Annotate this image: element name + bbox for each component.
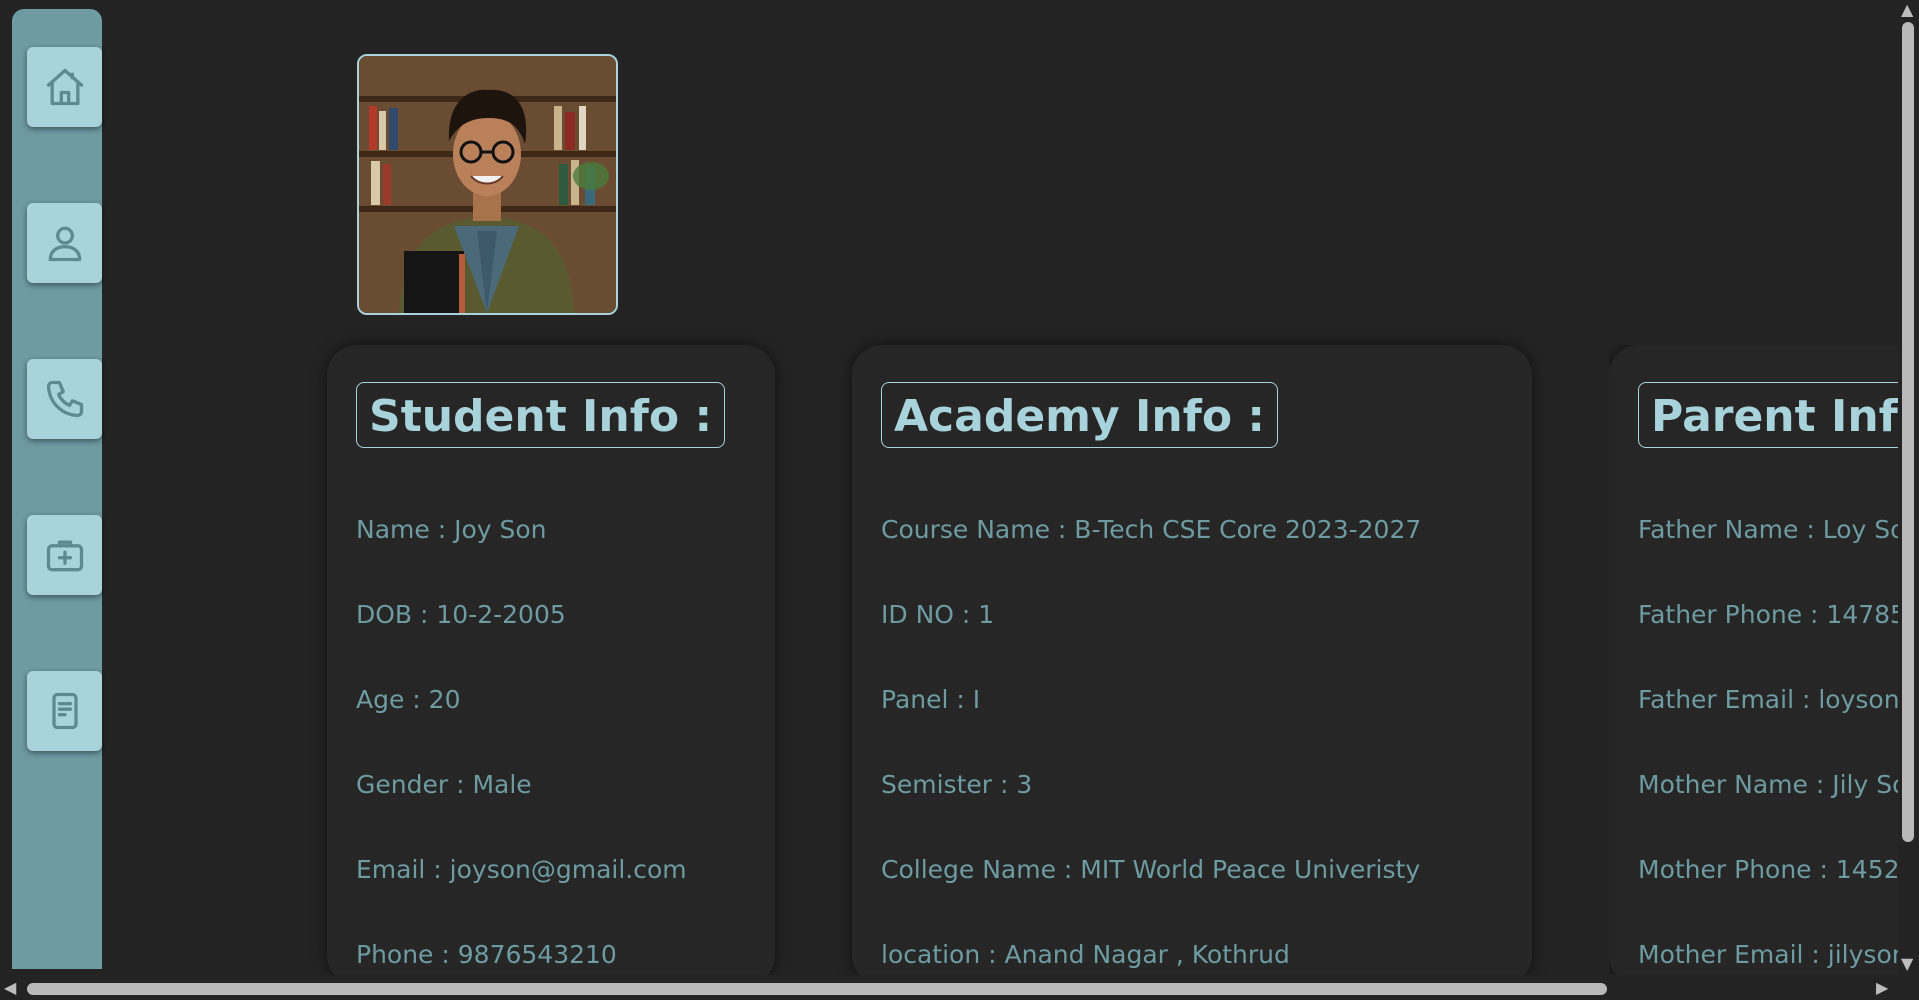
nav-document-button[interactable] <box>27 671 102 751</box>
academy-info-title: Academy Info : <box>881 382 1278 448</box>
horizontal-scroll-thumb[interactable] <box>27 983 1607 995</box>
father-name: Father Name : Loy Son <box>1638 515 1898 544</box>
user-icon <box>48 226 81 262</box>
mother-name: Mother Name : Jily Son <box>1638 770 1898 799</box>
scroll-up-arrow-icon[interactable]: ▲ <box>1901 2 1913 18</box>
sidebar <box>12 9 102 969</box>
student-age: Age : 20 <box>356 685 461 714</box>
mother-phone: Mother Phone : 145203 <box>1638 855 1898 884</box>
academy-college: College Name : MIT World Peace Univerist… <box>881 855 1421 884</box>
academy-location: location : Anand Nagar , Kothrud <box>881 940 1290 969</box>
medical-kit-icon <box>46 540 83 572</box>
phone-icon <box>46 380 83 418</box>
academy-id: ID NO : 1 <box>881 600 995 629</box>
parent-info-title: Parent Info : <box>1638 382 1898 448</box>
mother-email: Mother Email : jilyson@ <box>1638 940 1898 969</box>
scroll-down-arrow-icon[interactable]: ▼ <box>1901 956 1913 972</box>
document-icon <box>51 692 78 730</box>
student-info-title: Student Info : <box>356 382 726 448</box>
vertical-scroll-thumb[interactable] <box>1902 22 1914 842</box>
student-dob: DOB : 10-2-2005 <box>356 600 566 629</box>
parent-info-card: Parent Info : Father Name : Loy Son Fath… <box>1609 345 1898 985</box>
nav-profile-button[interactable] <box>27 203 102 283</box>
nav-contact-button[interactable] <box>27 359 102 439</box>
student-email: Email : joyson@gmail.com <box>356 855 687 884</box>
parent-info-viewport: Parent Info : Father Name : Loy Son Fath… <box>1609 345 1898 985</box>
scroll-right-arrow-icon[interactable]: ▶ <box>1876 980 1888 996</box>
student-info-card: Student Info : Name : Joy Son DOB : 10-2… <box>327 345 775 985</box>
home-icon <box>46 68 83 106</box>
profile-photo <box>357 54 618 315</box>
academy-semester: Semister : 3 <box>881 770 1033 799</box>
horizontal-scrollbar[interactable]: ◀ ▶ <box>0 975 1919 1000</box>
student-phone: Phone : 9876543210 <box>356 940 617 969</box>
vertical-scrollbar[interactable]: ▲ ▼ <box>1898 0 1919 975</box>
father-email: Father Email : loyson@ <box>1638 685 1898 714</box>
nav-medical-button[interactable] <box>27 515 102 595</box>
academy-info-card: Academy Info : Course Name : B-Tech CSE … <box>852 345 1532 985</box>
nav-home-button[interactable] <box>27 47 102 127</box>
academy-course: Course Name : B-Tech CSE Core 2023-2027 <box>881 515 1422 544</box>
academy-panel: Panel : I <box>881 685 981 714</box>
student-gender: Gender : Male <box>356 770 532 799</box>
student-name: Name : Joy Son <box>356 515 547 544</box>
father-phone: Father Phone : 1478523 <box>1638 600 1898 629</box>
scroll-left-arrow-icon[interactable]: ◀ <box>4 980 16 996</box>
